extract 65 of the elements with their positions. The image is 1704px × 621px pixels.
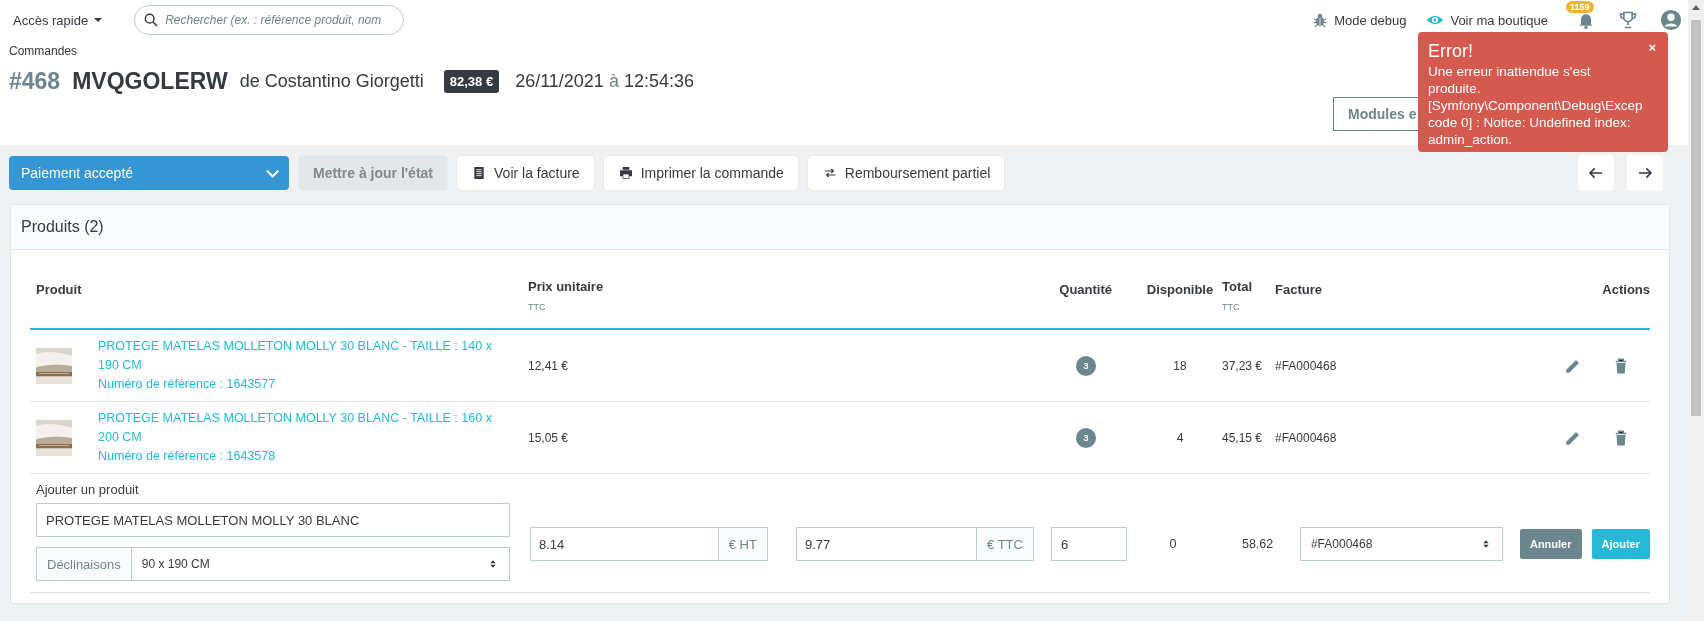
invoice-number: #FA000468 (1275, 358, 1338, 373)
toolbar-button[interactable]: Voir la facture (457, 156, 594, 190)
sort-arrows-icon (488, 558, 497, 570)
currency-unit: € HT (717, 528, 767, 560)
column-header: Disponible (1146, 281, 1214, 297)
debug-mode-link[interactable]: Mode debug (1312, 12, 1407, 28)
trophy-icon[interactable] (1618, 10, 1638, 30)
avatar-icon[interactable] (1660, 9, 1682, 31)
available-stock: 18 (1172, 358, 1188, 373)
toast-title: Error! (1428, 40, 1473, 62)
unit-price: 15,05 € (528, 430, 570, 445)
line-total: 58.62 (1241, 537, 1275, 551)
order-date: 26/11/2021 à 12:54:36 (515, 71, 694, 92)
toast-message: Une erreur inattendue s'est produite. [Symfony\Component\Debug\Excep code 0] : Notice: Undefined index: admin_action. (1428, 63, 1644, 148)
column-header: Produit (36, 281, 83, 297)
line-total: 45,15 € (1222, 430, 1264, 445)
unit-price: 12,41 € (528, 358, 570, 373)
next-button[interactable] (1627, 155, 1663, 191)
card-title: Produits (2) (21, 218, 104, 236)
available-stock: 4 (1175, 430, 1185, 445)
available-stock: 0 (1168, 537, 1178, 551)
customer-name: de Costantino Giorgetti (239, 71, 424, 92)
invoice-number: #FA000468 (1275, 430, 1338, 445)
price-incl-tax-field[interactable]: 9.77 € TTC (795, 527, 1034, 561)
column-subheader: TTC (528, 301, 547, 312)
currency-unit: € TTC (976, 528, 1033, 560)
quantity-field[interactable]: 6 (1050, 527, 1127, 561)
quantity-badge: 3 (1076, 355, 1096, 376)
previous-button[interactable] (1578, 155, 1614, 191)
order-reference: MVQGOLERW (72, 68, 228, 95)
quantity-input[interactable]: 6 (1051, 536, 1126, 552)
search-input[interactable]: Rechercher (ex. : référence produit, nom (165, 13, 396, 27)
bug-icon (1312, 12, 1329, 28)
column-header: Actions (1602, 281, 1650, 297)
column-header: Quantité (1059, 281, 1112, 297)
column-header: Total (1222, 278, 1254, 294)
header-button[interactable]: Modules e (1333, 97, 1418, 131)
quantity-badge: 3 (1076, 427, 1096, 448)
column-subheader: TTC (1222, 301, 1241, 312)
price-excl-tax-field[interactable]: 8.14 € HT (529, 527, 768, 561)
combination-select[interactable]: Déclinaisons 90 x 190 CM (36, 547, 510, 581)
invoice-select[interactable]: #FA000468 (1299, 527, 1503, 561)
quick-access-dropdown[interactable]: Accès rapide (13, 12, 103, 28)
cancel-button[interactable]: Annuler (1519, 529, 1582, 559)
order-number: #468 (9, 68, 61, 95)
line-total: 37,23 € (1222, 358, 1264, 373)
arrow-left-icon (1588, 165, 1604, 181)
arrow-right-icon (1637, 165, 1653, 181)
printer-icon (617, 165, 634, 181)
search-icon (143, 12, 160, 28)
close-button[interactable]: × (1648, 40, 1656, 55)
column-header: Prix unitaire (528, 278, 605, 294)
toolbar-button[interactable]: Imprimer la commande (603, 156, 798, 190)
caret-icon (94, 18, 103, 22)
product-search-field[interactable]: PROTEGE MATELAS MOLLETON MOLLY 30 BLANC (36, 503, 510, 537)
sort-arrows-icon (1481, 538, 1490, 550)
product-reference: Numéro de référence : 1643578 (98, 448, 277, 465)
order-total: 82,38 € (443, 70, 500, 93)
column-header: Facture (1275, 281, 1323, 297)
view-shop-link[interactable]: Voir ma boutique (1426, 11, 1548, 29)
toolbar-button[interactable]: Remboursement partiel (807, 156, 1005, 190)
field-label: Ajouter un produit (36, 482, 140, 497)
product-reference: Numéro de référence : 1643577 (98, 376, 277, 393)
product-input[interactable]: PROTEGE MATELAS MOLLETON MOLLY 30 BLANC (37, 512, 509, 528)
notification-count: 1159 (1566, 1, 1594, 13)
